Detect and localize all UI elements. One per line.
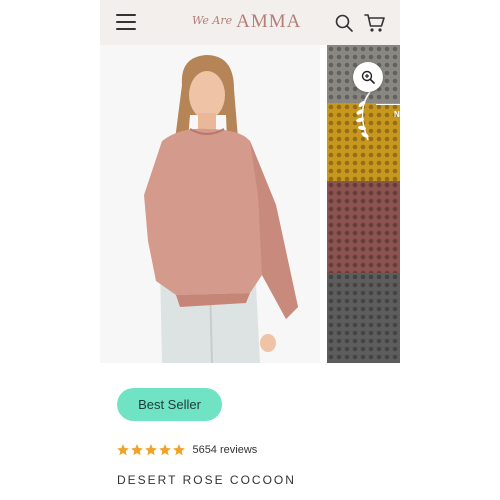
product-photo-model[interactable]: [100, 45, 320, 363]
product-page: We Are AMMA N Best Seller 5654 reviews D…: [100, 0, 400, 500]
best-seller-badge[interactable]: Best Seller: [117, 388, 222, 421]
logo-script-text: We Are: [192, 14, 233, 27]
laurel-icon: [350, 90, 376, 147]
logo-main-text: AMMA: [236, 11, 302, 32]
hamburger-menu-icon[interactable]: [116, 14, 136, 30]
star-icon: [159, 443, 171, 455]
knit-swatch-rose: [327, 181, 400, 273]
star-icon: [173, 443, 185, 455]
badge-divider: [376, 104, 400, 105]
star-icon: [117, 443, 129, 455]
product-title: DESERT ROSE COCOON: [117, 473, 296, 487]
site-header: We Are AMMA: [100, 0, 400, 45]
site-logo[interactable]: We Are AMMA: [192, 11, 301, 35]
star-icon: [145, 443, 157, 455]
search-icon[interactable]: [334, 13, 354, 33]
badge-text: N: [394, 110, 400, 119]
zoom-in-icon[interactable]: [353, 62, 383, 92]
product-gallery[interactable]: N: [100, 45, 400, 363]
product-rating[interactable]: 5654 reviews: [116, 441, 257, 457]
star-rating: [116, 441, 186, 459]
cart-icon[interactable]: [364, 13, 386, 33]
star-icon: [131, 443, 143, 455]
knit-swatch-charcoal: [327, 273, 400, 363]
reviews-link[interactable]: 5654 reviews: [192, 444, 257, 456]
